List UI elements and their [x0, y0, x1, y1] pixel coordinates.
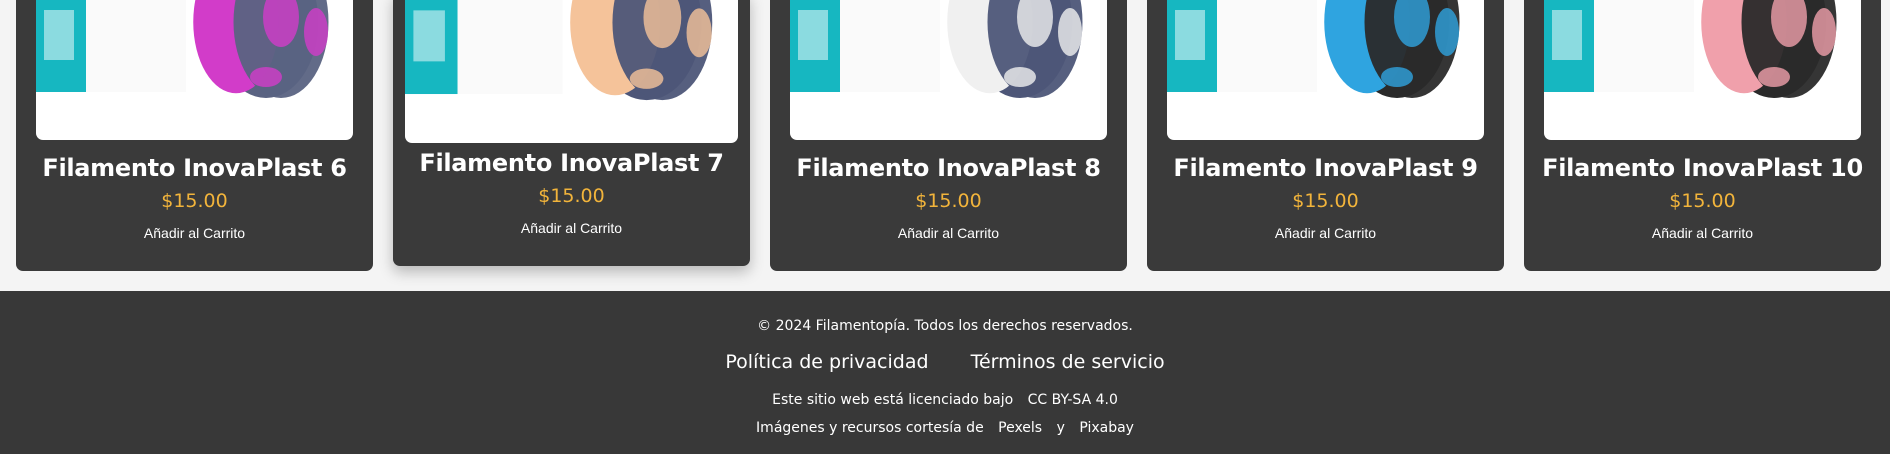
- spool-window: [1758, 67, 1790, 87]
- box-label: [798, 10, 828, 60]
- product-name[interactable]: Filamento InovaPlast 10: [1524, 154, 1881, 182]
- spool-window: [1812, 8, 1836, 56]
- product-name[interactable]: Filamento InovaPlast 7: [393, 149, 750, 177]
- product-name[interactable]: Filamento InovaPlast 8: [770, 154, 1127, 182]
- product-name[interactable]: Filamento InovaPlast 6: [16, 154, 373, 182]
- privacy-policy-link[interactable]: Política de privacidad: [725, 351, 928, 373]
- box-label: [1552, 10, 1582, 60]
- add-to-cart-button[interactable]: Añadir al Carrito: [1652, 225, 1753, 241]
- pexels-link[interactable]: Pexels: [998, 420, 1042, 436]
- license-line: Este sitio web está licenciado bajo CC B…: [0, 392, 1890, 408]
- credits-line: Imágenes y recursos cortesía de Pexels y…: [0, 420, 1890, 436]
- product-grid: Filamento InovaPlast 6 $15.00 Añadir al …: [0, 0, 1890, 291]
- add-to-cart-button[interactable]: Añadir al Carrito: [898, 225, 999, 241]
- pixabay-link[interactable]: Pixabay: [1079, 420, 1134, 436]
- product-price: $15.00: [161, 190, 228, 212]
- box-label: [44, 10, 74, 60]
- spool-window: [1004, 67, 1036, 87]
- product-card: Filamento InovaPlast 7 $15.00 Añadir al …: [393, 0, 750, 266]
- spool-window: [686, 8, 712, 58]
- credits-conjunction: y: [1056, 420, 1065, 436]
- product-card: Filamento InovaPlast 8 $15.00 Añadir al …: [770, 0, 1127, 271]
- add-to-cart-button[interactable]: Añadir al Carrito: [521, 220, 622, 236]
- add-to-cart-button[interactable]: Añadir al Carrito: [144, 225, 245, 241]
- product-price: $15.00: [915, 190, 982, 212]
- license-link[interactable]: CC BY-SA 4.0: [1028, 392, 1118, 408]
- site-footer: © 2024 Filamentopía. Todos los derechos …: [0, 291, 1890, 454]
- copyright-text: © 2024 Filamentopía. Todos los derechos …: [757, 318, 1133, 334]
- credits-text: Imágenes y recursos cortesía de: [756, 420, 984, 436]
- box-label: [1175, 10, 1205, 60]
- product-card: Filamento InovaPlast 10 $15.00 Añadir al…: [1524, 0, 1881, 271]
- product-card: Filamento InovaPlast 6 $15.00 Añadir al …: [16, 0, 373, 271]
- product-price: $15.00: [1292, 190, 1359, 212]
- footer-links: Política de privacidad Términos de servi…: [0, 351, 1890, 373]
- spool-window: [304, 8, 328, 56]
- spool-window: [1058, 8, 1082, 56]
- spool-window: [1381, 67, 1413, 87]
- box-label: [413, 10, 445, 62]
- product-price: $15.00: [538, 185, 605, 207]
- spool-window: [629, 68, 664, 89]
- spool-window: [250, 67, 282, 87]
- add-to-cart-button[interactable]: Añadir al Carrito: [1275, 225, 1376, 241]
- product-name[interactable]: Filamento InovaPlast 9: [1147, 154, 1504, 182]
- terms-of-service-link[interactable]: Términos de servicio: [971, 351, 1165, 373]
- license-text: Este sitio web está licenciado bajo: [772, 392, 1014, 408]
- product-image[interactable]: [1167, 0, 1484, 140]
- product-image[interactable]: [405, 0, 738, 143]
- product-price: $15.00: [1669, 190, 1736, 212]
- product-image[interactable]: [1544, 0, 1861, 140]
- product-image[interactable]: [790, 0, 1107, 140]
- product-image[interactable]: [36, 0, 353, 140]
- product-card: Filamento InovaPlast 9 $15.00 Añadir al …: [1147, 0, 1504, 271]
- spool-window: [1435, 8, 1459, 56]
